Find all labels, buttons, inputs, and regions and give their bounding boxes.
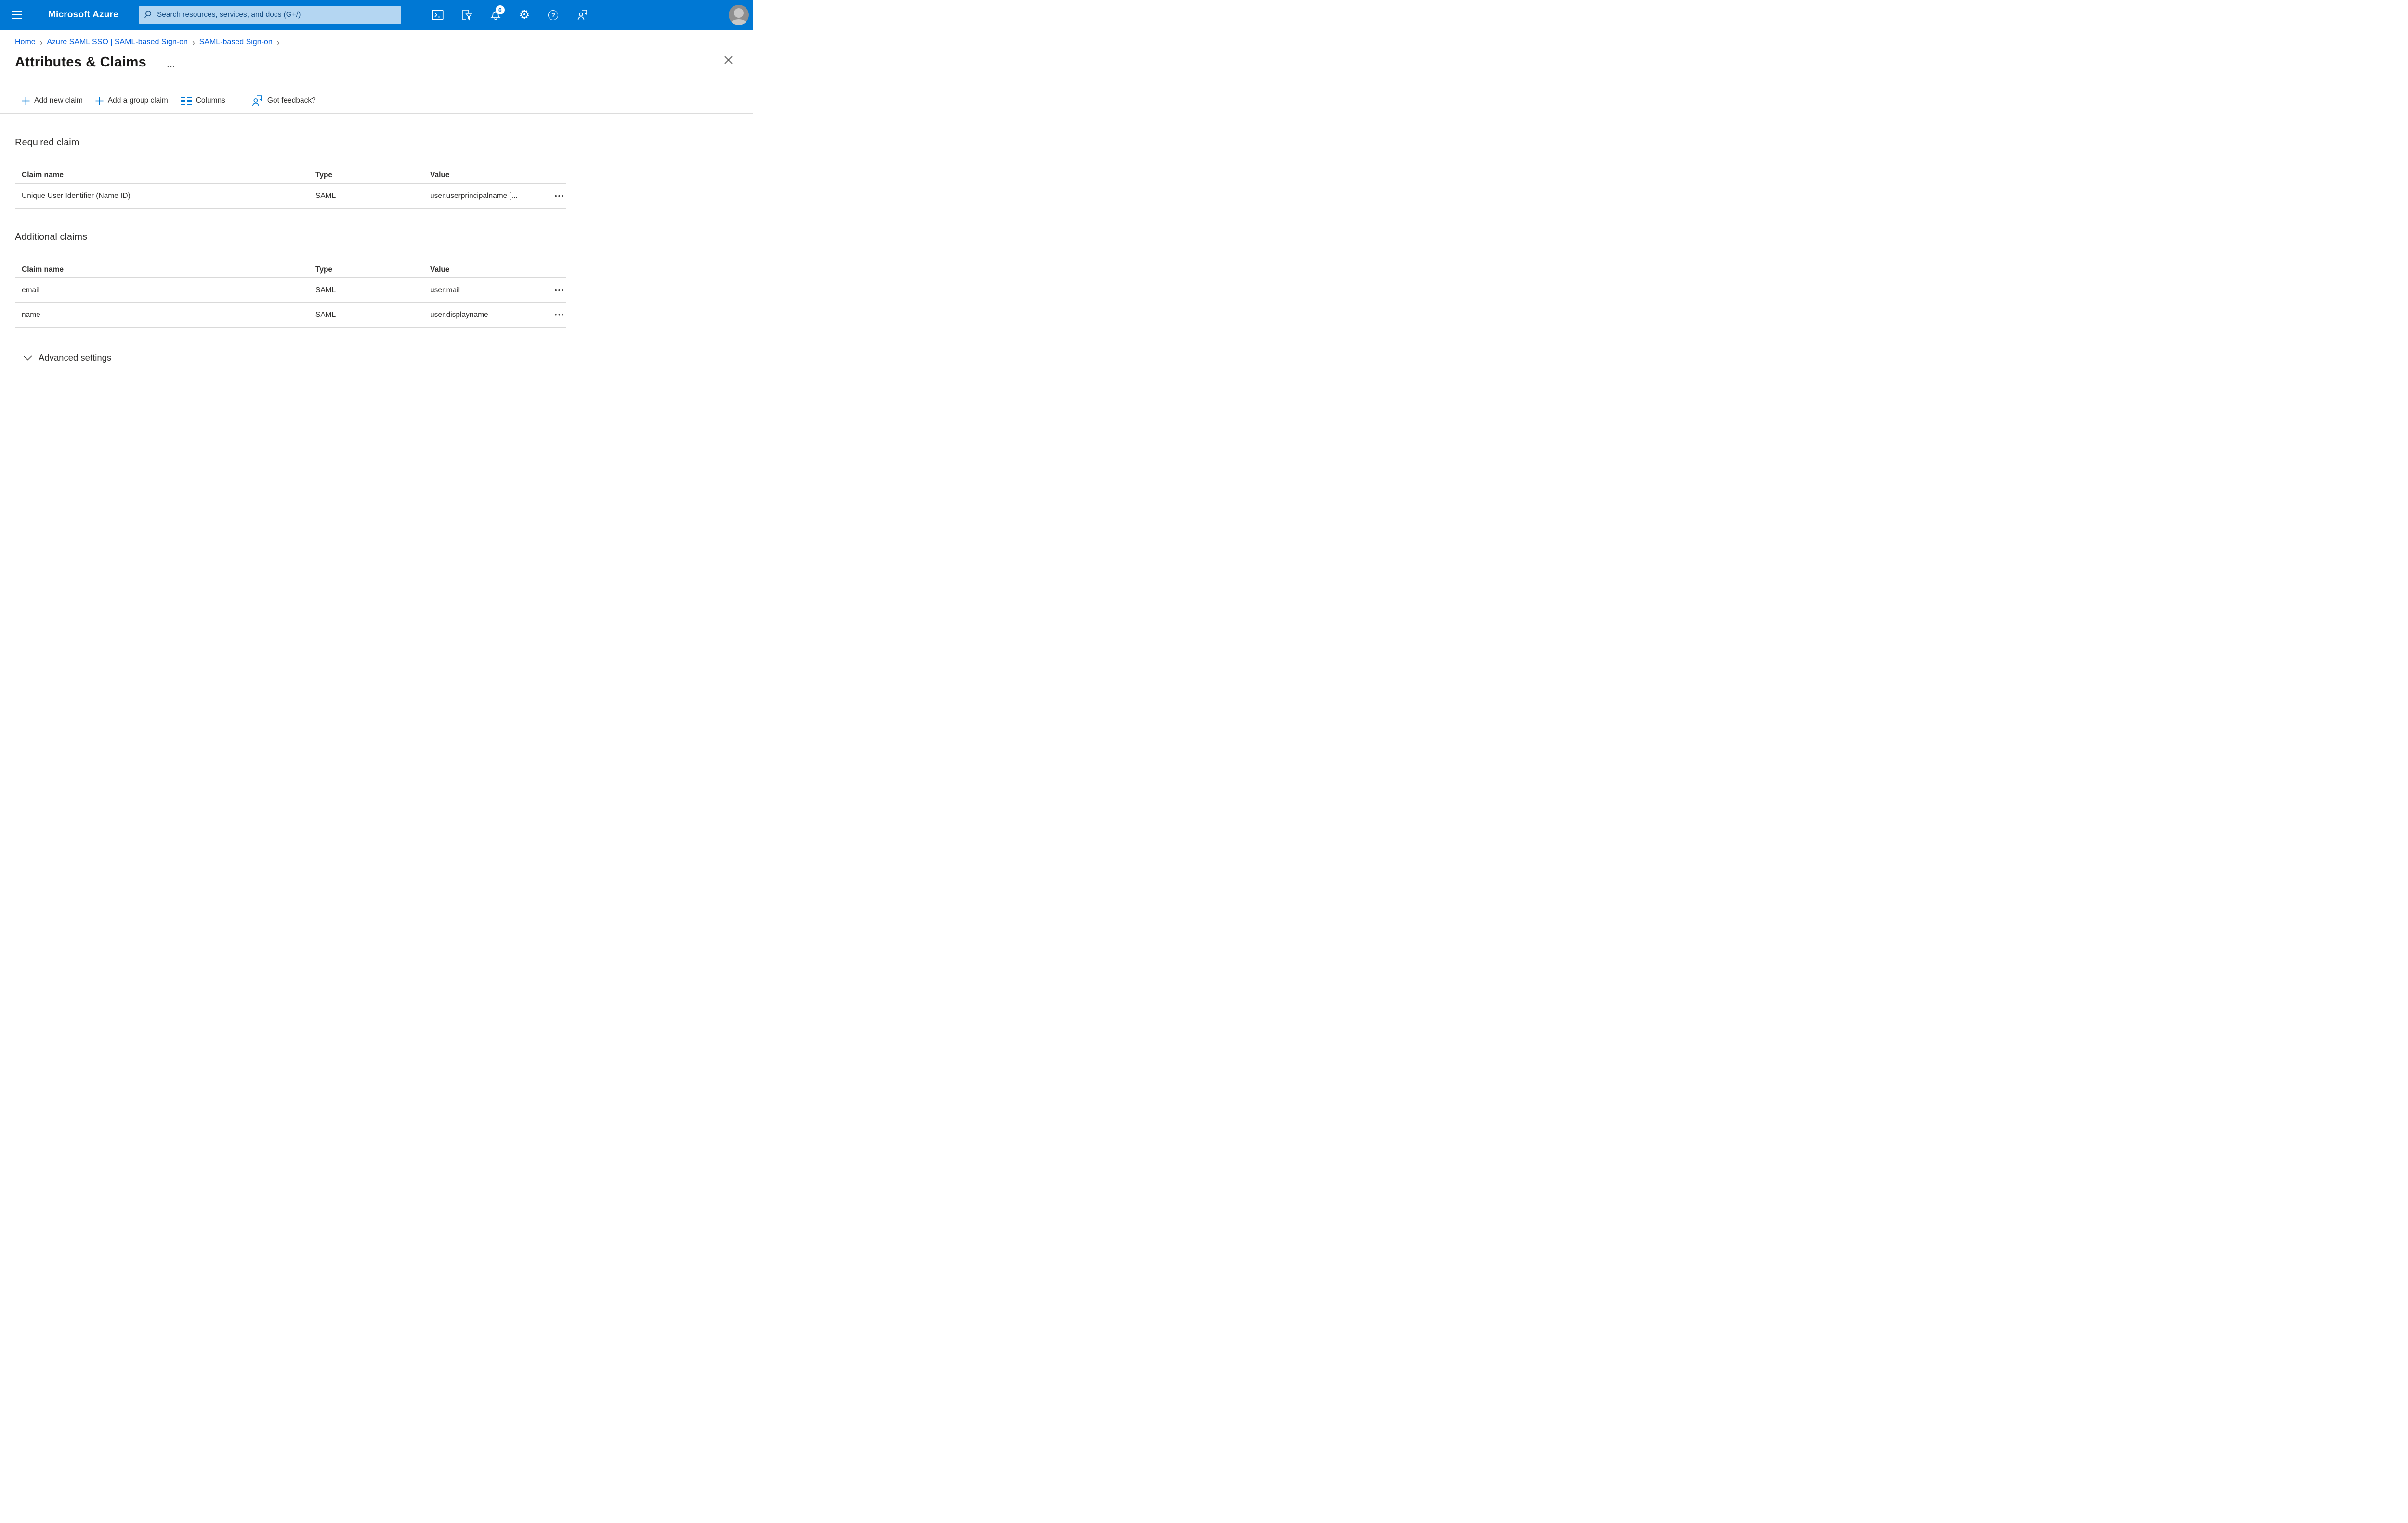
column-header-type: Type bbox=[315, 171, 333, 179]
table-row[interactable]: name SAML user.displayname ••• bbox=[15, 303, 566, 328]
breadcrumb-separator: › bbox=[276, 37, 280, 48]
breadcrumb: Home › Azure SAML SSO | SAML-based Sign-… bbox=[0, 30, 753, 47]
type-cell: SAML bbox=[315, 286, 336, 294]
close-button[interactable] bbox=[722, 53, 735, 68]
chevron-down-icon bbox=[23, 355, 32, 361]
azure-top-bar: Microsoft Azure 6 bbox=[0, 0, 753, 30]
directory-filter-button[interactable] bbox=[456, 4, 477, 26]
advanced-settings-toggle[interactable]: Advanced settings bbox=[23, 353, 111, 363]
hamburger-menu-button[interactable] bbox=[12, 4, 29, 26]
feedback-person-icon bbox=[252, 95, 262, 106]
advanced-settings-label: Advanced settings bbox=[39, 353, 112, 363]
additional-claims-heading: Additional claims bbox=[15, 232, 88, 242]
page-title: Attributes & Claims bbox=[15, 54, 146, 70]
breadcrumb-separator: › bbox=[39, 37, 43, 48]
row-context-menu-button[interactable]: ••• bbox=[547, 312, 566, 318]
got-feedback-label: Got feedback? bbox=[267, 96, 316, 105]
brand-title[interactable]: Microsoft Azure bbox=[48, 10, 118, 20]
row-context-menu-button[interactable]: ••• bbox=[547, 287, 566, 293]
type-cell: SAML bbox=[315, 191, 336, 200]
feedback-icon bbox=[577, 10, 587, 20]
page-header: Attributes & Claims … bbox=[0, 47, 753, 70]
columns-icon bbox=[180, 96, 192, 105]
required-claim-heading: Required claim bbox=[15, 137, 79, 148]
help-button[interactable]: ? bbox=[543, 4, 564, 26]
table-header-row: Claim name Type Value bbox=[15, 256, 566, 278]
table-row[interactable]: Unique User Identifier (Name ID) SAML us… bbox=[15, 184, 566, 209]
add-new-claim-label: Add new claim bbox=[34, 96, 83, 105]
help-icon: ? bbox=[548, 10, 559, 20]
claim-name-cell[interactable]: name bbox=[22, 311, 315, 319]
value-cell[interactable]: user.displayname bbox=[430, 311, 547, 319]
value-cell[interactable]: user.userprincipalname [... bbox=[430, 192, 547, 200]
cloud-shell-button[interactable] bbox=[427, 4, 448, 26]
toolbar-rule bbox=[0, 113, 753, 114]
got-feedback-button[interactable]: Got feedback? bbox=[251, 95, 316, 107]
table-row[interactable]: email SAML user.mail ••• bbox=[15, 278, 566, 303]
column-header-value: Value bbox=[430, 265, 450, 274]
breadcrumb-signon-link[interactable]: SAML-based Sign-on bbox=[199, 38, 273, 47]
breadcrumb-app-link[interactable]: Azure SAML SSO | SAML-based Sign-on bbox=[47, 38, 188, 47]
gear-icon: ⚙ bbox=[519, 8, 530, 22]
search-input[interactable] bbox=[138, 6, 401, 24]
avatar[interactable] bbox=[729, 5, 749, 25]
required-claim-table: Claim name Type Value Unique User Identi… bbox=[15, 162, 566, 209]
plus-icon bbox=[22, 97, 30, 105]
directory-filter-icon bbox=[462, 10, 472, 21]
hamburger-icon bbox=[12, 11, 22, 12]
global-search bbox=[138, 6, 401, 24]
plus-icon bbox=[95, 97, 104, 105]
row-context-menu-button[interactable]: ••• bbox=[547, 193, 566, 199]
claim-name-cell[interactable]: Unique User Identifier (Name ID) bbox=[22, 192, 315, 200]
column-header-type: Type bbox=[315, 265, 333, 274]
notification-badge: 6 bbox=[495, 5, 505, 14]
feedback-button[interactable] bbox=[572, 4, 593, 26]
notifications-button[interactable]: 6 bbox=[485, 4, 506, 26]
columns-button[interactable]: Columns bbox=[180, 96, 225, 105]
column-header-claim-name: Claim name bbox=[22, 171, 64, 179]
claim-name-cell[interactable]: email bbox=[22, 286, 315, 295]
add-group-claim-label: Add a group claim bbox=[107, 96, 168, 105]
columns-label: Columns bbox=[196, 96, 225, 105]
table-header-row: Claim name Type Value bbox=[15, 162, 566, 184]
breadcrumb-separator: › bbox=[192, 37, 195, 48]
column-header-value: Value bbox=[430, 171, 450, 179]
command-bar: Add new claim Add a group claim Columns … bbox=[22, 93, 753, 108]
topbar-icon-group: 6 ⚙ ? bbox=[427, 4, 601, 26]
page-context-menu-button[interactable]: … bbox=[167, 56, 176, 69]
additional-claims-table: Claim name Type Value email SAML user.ma… bbox=[15, 256, 566, 328]
cloud-shell-icon bbox=[432, 10, 444, 20]
add-new-claim-button[interactable]: Add new claim bbox=[22, 96, 83, 105]
value-cell[interactable]: user.mail bbox=[430, 286, 547, 295]
column-header-claim-name: Claim name bbox=[22, 265, 64, 274]
type-cell: SAML bbox=[315, 310, 336, 319]
settings-button[interactable]: ⚙ bbox=[514, 4, 535, 26]
close-icon bbox=[724, 56, 733, 64]
breadcrumb-home-link[interactable]: Home bbox=[15, 38, 36, 47]
add-group-claim-button[interactable]: Add a group claim bbox=[95, 96, 168, 105]
